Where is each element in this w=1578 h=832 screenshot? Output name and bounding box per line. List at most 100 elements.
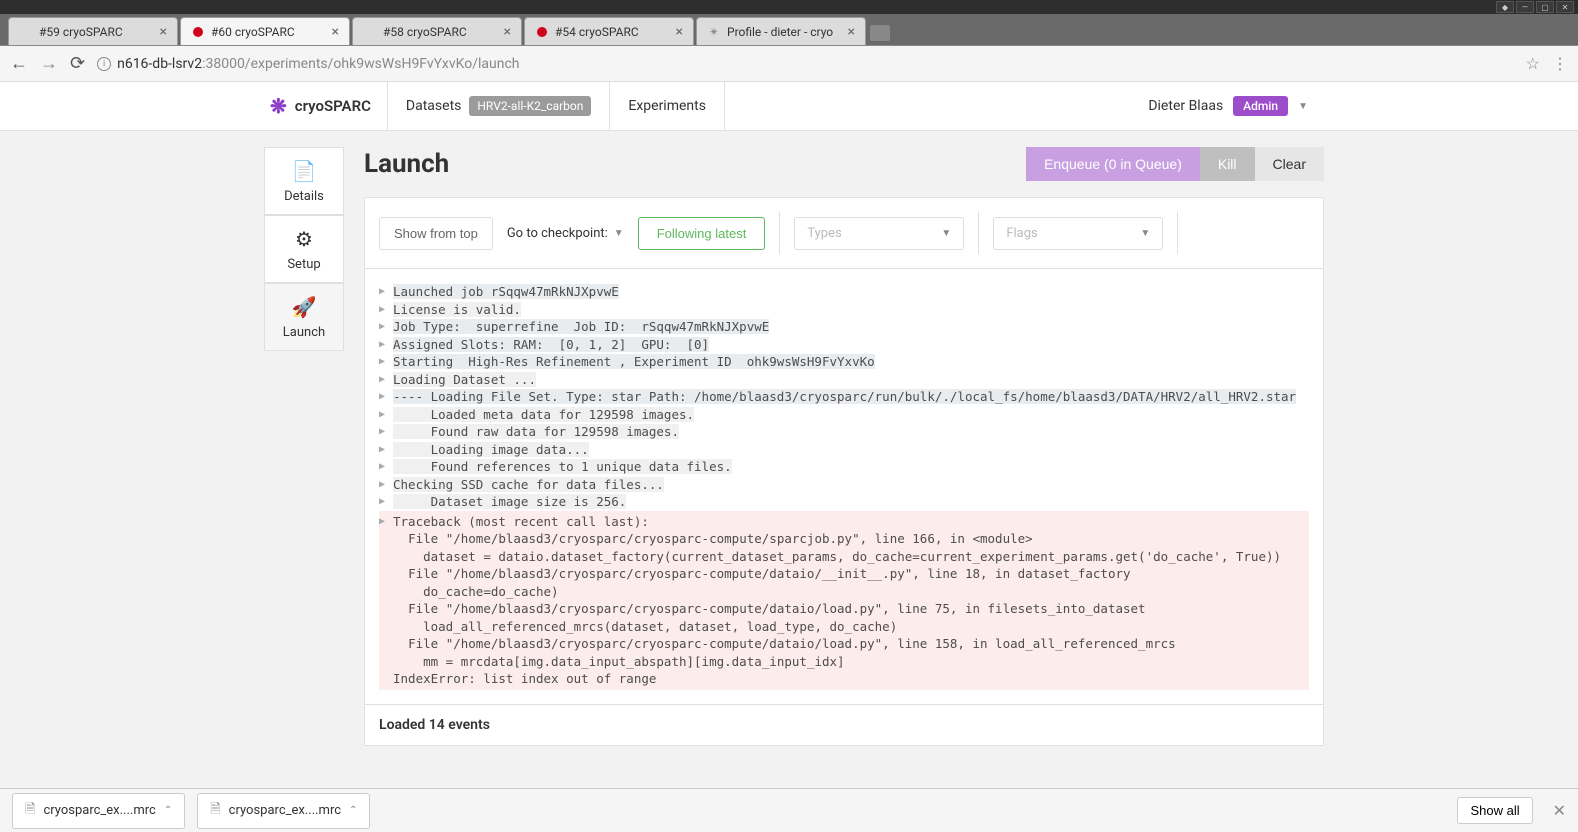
types-placeholder: Types [807, 226, 841, 241]
site-info-icon[interactable]: i [97, 57, 111, 71]
close-tab-icon[interactable]: × [504, 24, 511, 40]
log-line: ▶ Found references to 1 unique data file… [379, 458, 1309, 476]
download-item[interactable]: 🗎 cryosparc_ex....mrc ⌃ [12, 793, 185, 829]
sidebar-launch-label: Launch [283, 325, 325, 340]
log-expand-caret[interactable]: ▶ [379, 441, 393, 457]
tab-title: #54 cryoSPARC [555, 25, 670, 39]
log-expand-caret[interactable]: ▶ [379, 458, 393, 474]
browser-tab[interactable]: #54 cryoSPARC × [524, 17, 694, 45]
tab-favicon [191, 25, 205, 39]
gears-icon: ⚙ [295, 227, 313, 251]
sidebar: 📄 Details ⚙ Setup 🚀 Launch [264, 147, 344, 351]
log-line: ▶Launched job rSqqw47mRkNJXpvwE [379, 283, 1309, 301]
snowflake-icon: ❋ [270, 94, 287, 118]
dataset-tag-badge: HRV2-all-K2_carbon [469, 96, 591, 116]
log-expand-caret[interactable]: ▶ [379, 388, 393, 404]
log-expand-caret[interactable]: ▶ [379, 336, 393, 352]
close-tab-icon[interactable]: × [160, 24, 167, 40]
browser-tab[interactable]: #60 cryoSPARC× [180, 17, 350, 45]
log-text: Checking SSD cache for data files... [393, 476, 664, 494]
sidebar-item-setup[interactable]: ⚙ Setup [264, 215, 344, 283]
close-tab-icon[interactable]: × [676, 24, 683, 40]
log-line: ▶ Found raw data for 129598 images. [379, 423, 1309, 441]
back-button[interactable]: ← [10, 53, 28, 74]
app-logo[interactable]: ❋ cryoSPARC [254, 94, 387, 118]
browser-toolbar: ← → ⟳ i n616-db-lsrv2:38000/experiments/… [0, 46, 1578, 82]
reload-button[interactable]: ⟳ [70, 53, 85, 74]
log-expand-caret[interactable]: ▶ [379, 283, 393, 299]
browser-tab[interactable]: #59 cryoSPARC × [8, 17, 178, 45]
log-text: Dataset image size is 256. [393, 493, 626, 511]
browser-menu-icon[interactable]: ⋮ [1552, 54, 1568, 73]
types-select[interactable]: Types ▼ [794, 217, 964, 250]
log-line: ▶Checking SSD cache for data files... [379, 476, 1309, 494]
window-minimize[interactable]: — [1516, 1, 1534, 13]
log-expand-caret[interactable]: ▶ [379, 423, 393, 439]
window-close[interactable]: ✕ [1556, 1, 1574, 13]
log-area: ▶Launched job rSqqw47mRkNJXpvwE▶License … [365, 269, 1323, 704]
show-all-downloads-button[interactable]: Show all [1457, 797, 1532, 824]
log-line: ▶ Loading image data... [379, 441, 1309, 459]
download-name: cryosparc_ex....mrc [229, 803, 341, 818]
log-text: ---- Loading File Set. Type: star Path: … [393, 388, 1296, 406]
user-menu[interactable]: Dieter Blaas Admin ▼ [1132, 96, 1324, 116]
main-content: Launch Enqueue (0 in Queue) Kill Clear S… [364, 147, 1324, 746]
show-from-top-button[interactable]: Show from top [379, 217, 493, 250]
sidebar-item-launch[interactable]: 🚀 Launch [264, 283, 344, 351]
close-tab-icon[interactable]: × [848, 24, 855, 40]
sidebar-details-label: Details [284, 189, 324, 204]
address-bar[interactable]: i n616-db-lsrv2:38000/experiments/ohk9ws… [97, 56, 1514, 72]
log-expand-caret[interactable]: ▶ [379, 493, 393, 509]
tab-title: Profile - dieter - cryo [727, 25, 842, 39]
flags-placeholder: Flags [1006, 226, 1037, 241]
log-expand-caret[interactable]: ▶ [379, 301, 393, 317]
flags-select[interactable]: Flags ▼ [993, 217, 1163, 250]
nav-experiments[interactable]: Experiments [609, 82, 725, 130]
chevron-down-icon: ▼ [1298, 101, 1308, 112]
separator [978, 212, 979, 254]
forward-button[interactable]: → [40, 53, 58, 74]
chevron-down-icon: ▼ [941, 228, 951, 239]
sidebar-item-details[interactable]: 📄 Details [264, 147, 344, 215]
tab-favicon [19, 25, 33, 39]
log-line: ▶Loading Dataset ... [379, 371, 1309, 389]
chevron-up-icon: ⌃ [349, 805, 357, 816]
window-user-icon[interactable]: ◆ [1496, 1, 1514, 13]
log-text: Loaded meta data for 129598 images. [393, 406, 694, 424]
bookmark-star-icon[interactable]: ☆ [1526, 54, 1540, 73]
new-tab-button[interactable] [870, 25, 890, 41]
admin-badge: Admin [1233, 96, 1288, 116]
window-maximize[interactable]: ▢ [1536, 1, 1554, 13]
tab-favicon [535, 25, 549, 39]
log-expand-caret[interactable]: ▶ [379, 406, 393, 422]
tab-title: #59 cryoSPARC [39, 25, 154, 39]
log-line: ▶ Dataset image size is 256. [379, 493, 1309, 511]
log-expand-caret[interactable]: ▶ [379, 371, 393, 387]
kill-button[interactable]: Kill [1200, 147, 1255, 181]
enqueue-button[interactable]: Enqueue (0 in Queue) [1026, 147, 1200, 181]
log-line: ▶ Loaded meta data for 129598 images. [379, 406, 1309, 424]
log-expand-caret[interactable]: ▶ [379, 353, 393, 369]
log-text: Starting High-Res Refinement , Experimen… [393, 353, 875, 371]
log-text: Found raw data for 129598 images. [393, 423, 679, 441]
url-host: n616-db-lsrv2 [117, 56, 202, 72]
log-expand-caret[interactable]: ▶ [379, 513, 393, 529]
close-downloads-bar-icon[interactable]: ✕ [1553, 801, 1566, 820]
file-icon: 🗎 [210, 800, 220, 822]
close-tab-icon[interactable]: × [332, 24, 339, 40]
log-text: Found references to 1 unique data files. [393, 458, 732, 476]
browser-tab[interactable]: #58 cryoSPARC× [352, 17, 522, 45]
events-footer: Loaded 14 events [365, 704, 1323, 745]
download-item[interactable]: 🗎 cryosparc_ex....mrc ⌃ [197, 793, 370, 829]
log-line: ▶Assigned Slots: RAM: [0, 1, 2] GPU: [0] [379, 336, 1309, 354]
page-viewport[interactable]: ❋ cryoSPARC Datasets HRV2-all-K2_carbon … [0, 82, 1578, 788]
clear-button[interactable]: Clear [1255, 147, 1324, 181]
goto-checkpoint-dropdown[interactable]: Go to checkpoint: ▼ [507, 226, 624, 241]
browser-tab[interactable]: ✴Profile - dieter - cryo× [696, 17, 866, 45]
log-expand-caret[interactable]: ▶ [379, 318, 393, 334]
following-latest-button[interactable]: Following latest [638, 217, 766, 250]
browser-tabstrip: #59 cryoSPARC×#60 cryoSPARC×#58 cryoSPAR… [0, 14, 1578, 46]
nav-datasets[interactable]: Datasets HRV2-all-K2_carbon [387, 82, 609, 130]
user-name: Dieter Blaas [1148, 98, 1223, 114]
log-expand-caret[interactable]: ▶ [379, 476, 393, 492]
